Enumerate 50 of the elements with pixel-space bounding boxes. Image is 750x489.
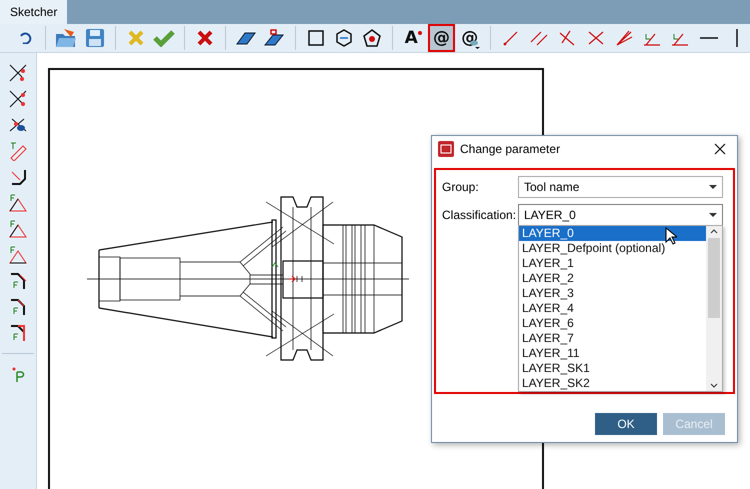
- ok-button[interactable]: OK: [595, 413, 657, 435]
- sketch-tool-icon: [8, 245, 28, 265]
- sketch-tool-icon: [8, 63, 28, 83]
- list-option[interactable]: LAYER_7: [519, 331, 706, 346]
- toolbar-button[interactable]: @: [428, 24, 455, 52]
- cross-icon: [126, 29, 145, 47]
- list-option[interactable]: LAYER_11: [519, 346, 706, 361]
- mouse-cursor-icon: [665, 227, 677, 245]
- sketch-tool-icon: [8, 219, 28, 239]
- scrollbar[interactable]: [706, 226, 722, 391]
- list-option[interactable]: LAYER_SK1: [519, 361, 706, 376]
- list-option[interactable]: LAYER_0: [519, 226, 706, 241]
- crossing-lines-icon: [586, 30, 605, 46]
- sketch-tool-icon: [8, 89, 28, 109]
- toolbar-button[interactable]: A: [400, 24, 426, 52]
- sketch-tool-icon: [8, 323, 28, 343]
- close-icon: [714, 142, 726, 154]
- list-option[interactable]: LAYER_SK2: [519, 376, 706, 391]
- list-option[interactable]: LAYER_6: [519, 316, 706, 331]
- square-icon: [308, 30, 324, 46]
- hexagon-icon: [334, 29, 353, 47]
- list-option[interactable]: LAYER_2: [519, 271, 706, 286]
- fan-lines-icon: [614, 30, 633, 46]
- field-label: Group:: [442, 179, 480, 196]
- dot-icon: [418, 31, 422, 35]
- vertical-line-icon: [734, 29, 739, 47]
- sketch-tool-icon: [8, 297, 28, 317]
- list-option[interactable]: LAYER_1: [519, 256, 706, 271]
- list-option[interactable]: LAYER_3: [519, 286, 706, 301]
- dialog-title: Change parameter: [460, 142, 562, 156]
- sketch-tool-icon: [8, 271, 28, 291]
- field-label: Classification:: [442, 207, 518, 224]
- sketch-tool-icon: [8, 141, 28, 161]
- horizontal-line-icon: [700, 36, 718, 40]
- dropdown-field[interactable]: Tool name: [518, 176, 723, 198]
- close-icon: [196, 29, 214, 47]
- app-icon: [438, 140, 454, 156]
- folder-icon: [55, 28, 78, 48]
- angled-line-icon: [558, 29, 576, 47]
- undo-icon: [18, 32, 32, 44]
- pentagon-icon: [363, 29, 382, 47]
- sketcher-tab[interactable]: Sketcher: [0, 0, 68, 24]
- dropdown-caret-icon: [709, 185, 717, 189]
- dropdown-caret-icon: [709, 213, 717, 217]
- line-icon: [502, 30, 519, 46]
- sketch-tool-icon: [8, 193, 28, 213]
- list-option[interactable]: LAYER_4: [519, 301, 706, 316]
- parallel-lines-icon: [530, 30, 548, 46]
- list-option[interactable]: LAYER_Defpoint (optional): [519, 241, 706, 256]
- checkmark-icon: [152, 29, 175, 47]
